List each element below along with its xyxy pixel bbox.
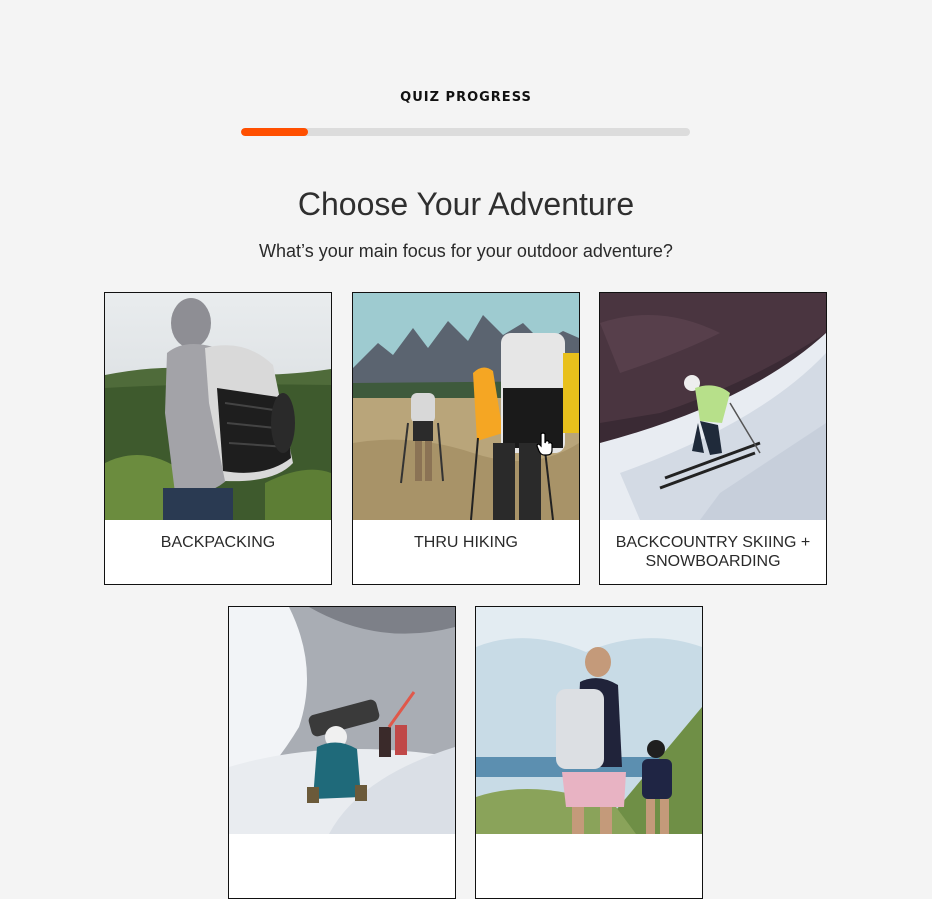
option-label-backcountry-skiing: BACKCOUNTRY SKIING + SNOWBOARDING [615,534,811,570]
option-label-backpacking: BACKPACKING [160,534,276,551]
option-card-backcountry-skiing[interactable]: BACKCOUNTRY SKIING + SNOWBOARDING [599,292,827,585]
option-card-day-hiking[interactable] [475,606,703,899]
backpacker-photo [105,293,331,520]
option-card-mountaineering[interactable] [228,606,456,899]
page-title: Choose Your Adventure [297,186,635,222]
quiz-progress-fill [241,128,309,136]
family-hike-photo [476,607,702,834]
quiz-progress-bar [241,128,690,136]
option-card-backpacking[interactable]: BACKPACKING [104,292,332,585]
mountaineer-photo [229,607,455,834]
option-label-thru-hiking: THRU HIKING [414,534,518,551]
skier-photo [600,293,826,520]
thru-hikers-photo [353,293,579,520]
page-subtitle: What’s your main focus for your outdoor … [259,241,673,261]
quiz-progress-label: QUIZ PROGRESS [400,90,532,105]
hand-cursor-icon [536,432,553,456]
